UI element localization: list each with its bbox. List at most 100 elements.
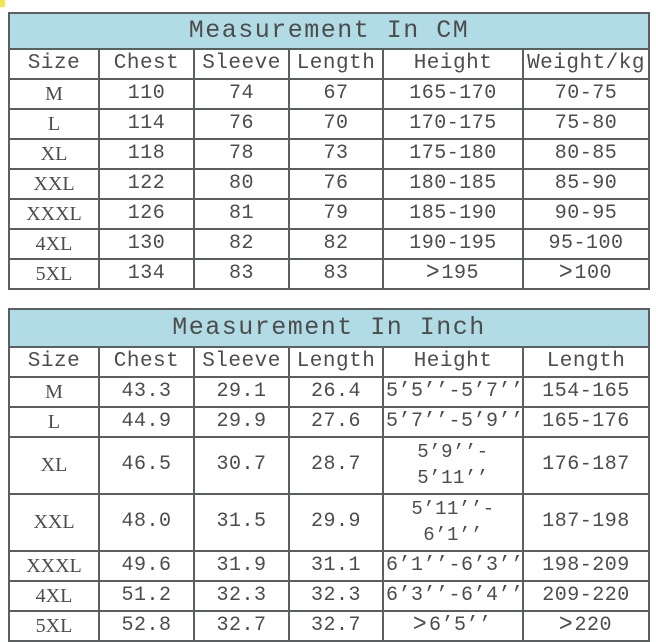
table-row: 5XL 134 83 83 >195 >100 — [8, 258, 651, 290]
cm-cell-height: 165-170 — [382, 78, 524, 110]
size-chart-page: Measurement In CM Size Chest Sleeve Leng… — [0, 0, 656, 642]
cm-cell-size: XL — [8, 138, 100, 170]
table-row: XXXL 49.6 31.9 31.1 6’1’’-6’3’’ 198-209 — [8, 550, 651, 582]
inch-cell-chest: 52.8 — [98, 610, 195, 642]
table-row: L 114 76 70 170-175 75-80 — [8, 108, 651, 140]
inch-col-header-length2: Length — [521, 346, 651, 378]
inch-cell-length: 31.1 — [288, 550, 384, 582]
cm-cell-size: M — [8, 78, 100, 110]
inch-cell-last: 176-187 — [521, 436, 651, 495]
table-row: XXL 48.0 31.5 29.9 5’11’’- 6’1’’ 187-198 — [8, 493, 651, 552]
inch-cell-length: 32.7 — [288, 610, 384, 642]
cm-col-header-chest: Chest — [98, 48, 195, 80]
table-row: XL 46.5 30.7 28.7 5’9’’- 5’11’’ 176-187 — [8, 436, 651, 495]
cm-cell-chest: 126 — [98, 198, 195, 230]
cm-cell-last: 90-95 — [521, 198, 651, 230]
cm-cell-chest: 110 — [98, 78, 195, 110]
inch-cell-size: XXL — [8, 493, 100, 552]
inch-cell-length: 26.4 — [288, 376, 384, 408]
cm-cell-height: 190-195 — [382, 228, 524, 260]
cm-cell-sleeve: 76 — [193, 108, 290, 140]
cm-cell-height: 185-190 — [382, 198, 524, 230]
inch-title-row: Measurement In Inch — [7, 308, 651, 348]
table-row: XXL 122 80 76 180-185 85-90 — [8, 168, 651, 200]
inch-cell-height: 5’11’’- 6’1’’ — [382, 493, 524, 552]
table-row: M 43.3 29.1 26.4 5’5’’-5’7’’ 154-165 — [8, 376, 651, 408]
table-row: 5XL 52.8 32.7 32.7 >6’5’’ >220 — [8, 610, 651, 642]
inch-col-header-height: Height — [382, 346, 524, 378]
cm-cell-size: XXXL — [8, 198, 100, 230]
inch-cell-sleeve: 32.7 — [193, 610, 290, 642]
table-row: XXXL 126 81 79 185-190 90-95 — [8, 198, 651, 230]
cm-cell-sleeve: 81 — [193, 198, 290, 230]
cm-cell-last: 95-100 — [521, 228, 651, 260]
inch-cell-size: M — [8, 376, 100, 408]
inch-cell-size: XXXL — [8, 550, 100, 582]
inch-cell-length: 28.7 — [288, 436, 384, 495]
cm-cell-last: 75-80 — [521, 108, 651, 140]
cm-cell-last: 80-85 — [521, 138, 651, 170]
cm-title-row: Measurement In CM — [7, 12, 651, 50]
table-row: 4XL 130 82 82 190-195 95-100 — [8, 228, 651, 260]
inch-col-header-size: Size — [8, 346, 100, 378]
inch-col-header-chest: Chest — [98, 346, 195, 378]
inch-cell-height: 5’5’’-5’7’’ — [382, 376, 524, 408]
inch-cell-length: 27.6 — [288, 406, 384, 438]
cm-cell-height: >195 — [382, 258, 524, 290]
inch-cell-chest: 49.6 — [98, 550, 195, 582]
cm-cell-size: L — [8, 108, 100, 140]
inch-cell-last: 154-165 — [521, 376, 651, 408]
cm-cell-length: 76 — [288, 168, 384, 200]
cm-cell-chest: 134 — [98, 258, 195, 290]
cm-table-body: Measurement In CM Size Chest Sleeve Leng… — [7, 12, 651, 290]
cm-cell-sleeve: 74 — [193, 78, 290, 110]
inch-table-body: Measurement In Inch Size Chest Sleeve Le… — [7, 308, 651, 642]
inch-cell-sleeve: 32.3 — [193, 580, 290, 612]
cm-cell-chest: 130 — [98, 228, 195, 260]
inch-cell-last: 165-176 — [521, 406, 651, 438]
inch-cell-length: 29.9 — [288, 493, 384, 552]
cm-cell-sleeve: 82 — [193, 228, 290, 260]
cm-cell-last: 85-90 — [521, 168, 651, 200]
inch-cell-sleeve: 29.9 — [193, 406, 290, 438]
cm-cell-length: 83 — [288, 258, 384, 290]
cm-cell-chest: 118 — [98, 138, 195, 170]
inch-cell-size: L — [8, 406, 100, 438]
measurement-inch-table-container: Measurement In Inch Size Chest Sleeve Le… — [7, 308, 651, 642]
inch-cell-size: 5XL — [8, 610, 100, 642]
measurement-cm-table-container: Measurement In CM Size Chest Sleeve Leng… — [7, 12, 651, 290]
cm-cell-length: 73 — [288, 138, 384, 170]
cm-cell-last: >100 — [521, 258, 651, 290]
cm-cell-sleeve: 78 — [193, 138, 290, 170]
table-row: M 110 74 67 165-170 70-75 — [8, 78, 651, 110]
measurement-inch-table: Measurement In Inch Size Chest Sleeve Le… — [7, 308, 651, 642]
corner-marker — [0, 0, 5, 7]
inch-cell-height: 5’9’’- 5’11’’ — [382, 436, 524, 495]
measurement-cm-table: Measurement In CM Size Chest Sleeve Leng… — [7, 12, 651, 290]
cm-cell-sleeve: 80 — [193, 168, 290, 200]
inch-cell-height: 6’3’’-6’4’’ — [382, 580, 524, 612]
inch-cell-last: 209-220 — [521, 580, 651, 612]
cm-cell-length: 70 — [288, 108, 384, 140]
cm-cell-length: 67 — [288, 78, 384, 110]
inch-cell-last: >220 — [521, 610, 651, 642]
cm-cell-size: 5XL — [8, 258, 100, 290]
cm-col-header-length: Length — [288, 48, 384, 80]
inch-table-title: Measurement In Inch — [7, 308, 651, 348]
inch-cell-chest: 43.3 — [98, 376, 195, 408]
cm-cell-height: 175-180 — [382, 138, 524, 170]
inch-cell-sleeve: 29.1 — [193, 376, 290, 408]
inch-cell-size: XL — [8, 436, 100, 495]
cm-cell-height: 170-175 — [382, 108, 524, 140]
table-row: XL 118 78 73 175-180 80-85 — [8, 138, 651, 170]
inch-header-row: Size Chest Sleeve Length Height Length — [8, 346, 651, 378]
inch-cell-sleeve: 30.7 — [193, 436, 290, 495]
inch-cell-chest: 51.2 — [98, 580, 195, 612]
cm-col-header-weight: Weight/kg — [521, 48, 651, 80]
cm-cell-chest: 122 — [98, 168, 195, 200]
inch-cell-height: >6’5’’ — [382, 610, 524, 642]
inch-cell-size: 4XL — [8, 580, 100, 612]
greater-than-icon: > — [413, 610, 428, 640]
cm-cell-size: 4XL — [8, 228, 100, 260]
inch-cell-height: 5’7’’-5’9’’ — [382, 406, 524, 438]
